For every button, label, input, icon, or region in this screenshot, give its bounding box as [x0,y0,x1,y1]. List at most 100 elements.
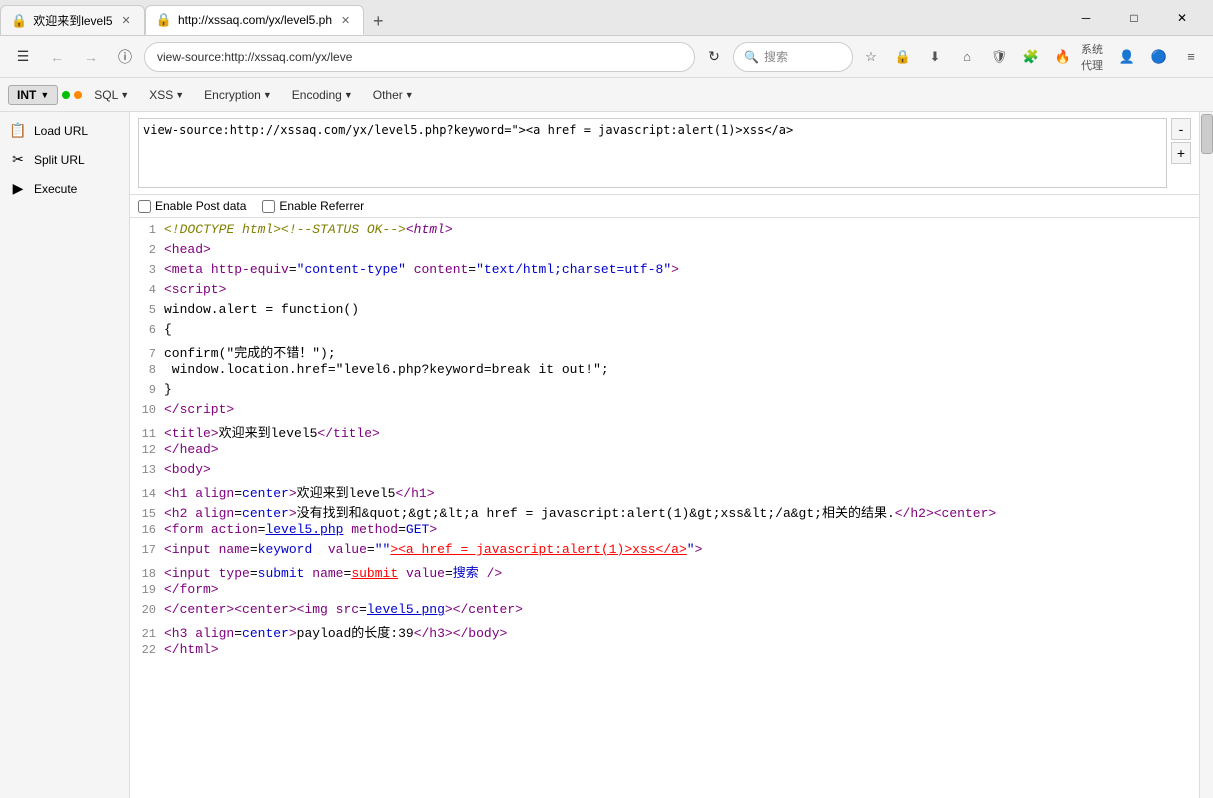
split-url-icon: ✂ [8,151,28,168]
addressbar: ☰ ← → ⓘ view-source:http://xssaq.com/yx/… [0,36,1213,78]
source-area[interactable]: 1<!DOCTYPE html><!--STATUS OK--><html>2<… [130,218,1199,798]
other-dropdown[interactable]: Other▼ [365,85,422,105]
table-row: 2<head> [130,242,1199,262]
content-area: view-source:http://xssaq.com/yx/level5.p… [130,112,1199,798]
home-icon[interactable]: ⌂ [953,43,981,71]
code-content: <input name=keyword value=""><a href = j… [164,542,1195,557]
execute-label: Execute [34,182,77,196]
line-number: 17 [134,543,164,557]
back-button[interactable]: ← [42,42,72,72]
code-content: <script> [164,282,1195,297]
close-button[interactable]: ✕ [1159,2,1205,34]
enable-referrer-checkbox[interactable]: Enable Referrer [262,199,364,213]
code-content: confirm("完成的不错！"); [164,342,1195,361]
sql-arrow-icon: ▼ [120,90,129,100]
enable-referrer-label: Enable Referrer [279,199,364,213]
table-row: 20</center><center><img src=level5.png><… [130,602,1199,622]
minimize-button[interactable]: ─ [1063,2,1109,34]
code-content: <title>欢迎来到level5</title> [164,422,1195,441]
info-icon[interactable]: ⓘ [110,42,140,72]
refresh-button[interactable]: ↻ [699,42,729,72]
line-number: 7 [134,347,164,361]
url-plus-button[interactable]: + [1171,142,1191,164]
checkboxes-row: Enable Post data Enable Referrer [130,195,1199,218]
line-number: 19 [134,583,164,597]
search-box[interactable]: 🔍 搜索 [733,42,853,72]
menu-icon[interactable]: ≡ [1177,43,1205,71]
line-number: 11 [134,427,164,441]
table-row: 13<body> [130,462,1199,482]
sql-dropdown[interactable]: SQL▼ [86,85,137,105]
sidebar-toggle-button[interactable]: ☰ [8,42,38,72]
encryption-dropdown[interactable]: Encryption▼ [196,85,280,105]
encoding-dropdown[interactable]: Encoding▼ [284,85,361,105]
user-icon[interactable]: 👤 [1113,43,1141,71]
url-side-buttons: - + [1171,118,1191,164]
table-row: 11<title>欢迎来到level5</title> [130,422,1199,442]
int-label: INT [17,88,36,102]
sidebar-item-execute[interactable]: ▶ Execute [0,174,129,203]
forward-button[interactable]: → [76,42,106,72]
tab1-title: 欢迎来到level5 [33,12,112,29]
post-checkbox-input[interactable] [138,200,151,213]
tab1-close-icon[interactable]: ✕ [119,13,134,28]
address-field[interactable]: view-source:http://xssaq.com/yx/leve [144,42,695,72]
new-tab-button[interactable]: + [364,7,392,35]
xss-dropdown[interactable]: XSS▼ [141,85,192,105]
table-row: 8 window.location.href="level6.php?keywo… [130,362,1199,382]
code-content: <body> [164,462,1195,477]
line-number: 10 [134,403,164,417]
line-number: 2 [134,243,164,257]
line-number: 18 [134,567,164,581]
enable-post-checkbox[interactable]: Enable Post data [138,199,246,213]
code-content: { [164,322,1195,337]
ext2-icon[interactable]: 🔵 [1145,43,1173,71]
maximize-button[interactable]: □ [1111,2,1157,34]
line-number: 8 [134,363,164,377]
tab1-icon: 🔒 [11,13,27,29]
scroll-thumb[interactable] [1201,114,1213,154]
sidebar-item-load-url[interactable]: 📋 Load URL [0,116,129,145]
download-icon[interactable]: ⬇ [921,43,949,71]
line-number: 6 [134,323,164,337]
tab2-close-icon[interactable]: ✕ [338,13,353,28]
code-content: </script> [164,402,1195,417]
code-content: </head> [164,442,1195,457]
url-input[interactable]: view-source:http://xssaq.com/yx/level5.p… [138,118,1167,188]
tab-2[interactable]: 🔒 http://xssaq.com/yx/level5.ph ✕ [145,5,364,35]
code-content: window.alert = function() [164,302,1195,317]
search-placeholder: 搜索 [764,48,788,65]
url-input-area: view-source:http://xssaq.com/yx/level5.p… [130,112,1199,195]
line-number: 15 [134,507,164,521]
fire-icon[interactable]: 🔥 [1049,43,1077,71]
table-row: 3<meta http-equiv="content-type" content… [130,262,1199,282]
code-content: <meta http-equiv="content-type" content=… [164,262,1195,277]
load-url-icon: 📋 [8,122,28,139]
sidebar: 📋 Load URL ✂ Split URL ▶ Execute [0,112,130,798]
table-row: 9} [130,382,1199,402]
dot-orange [74,86,82,104]
scrollbar-right[interactable] [1199,112,1213,798]
star-icon[interactable]: ☆ [857,43,885,71]
tab-1[interactable]: 🔒 欢迎来到level5 ✕ [0,5,145,35]
table-row: 18<input type=submit name=submit value=搜… [130,562,1199,582]
table-row: 19</form> [130,582,1199,602]
int-selector[interactable]: INT ▼ [8,85,58,105]
code-content: </center><center><img src=level5.png></c… [164,602,1195,617]
table-row: 21<h3 align=center>payload的长度:39</h3></b… [130,622,1199,642]
code-content: <head> [164,242,1195,257]
table-row: 16<form action=level5.php method=GET> [130,522,1199,542]
load-url-label: Load URL [34,124,88,138]
shield-icon[interactable]: 🛡 [985,43,1013,71]
url-minus-button[interactable]: - [1171,118,1191,140]
code-content: <input type=submit name=submit value=搜索 … [164,562,1195,581]
sidebar-item-split-url[interactable]: ✂ Split URL [0,145,129,174]
referrer-checkbox-input[interactable] [262,200,275,213]
extensions-icon[interactable]: 🧩 [1017,43,1045,71]
code-content: </form> [164,582,1195,597]
table-row: 4<script> [130,282,1199,302]
lock-icon[interactable]: 🔒 [889,43,917,71]
proxy-label[interactable]: 系统代理 [1081,43,1109,71]
table-row: 7confirm("完成的不错！"); [130,342,1199,362]
dot-green [62,86,70,104]
